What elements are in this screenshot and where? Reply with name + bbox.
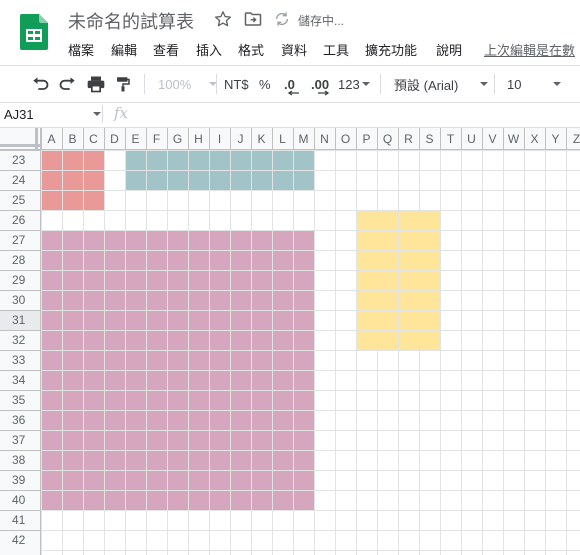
row-header-31[interactable]: 31 (12, 313, 26, 327)
name-box[interactable]: AJ31 (4, 107, 34, 122)
column-header-E[interactable]: E (131, 132, 139, 146)
row-header-42[interactable]: 42 (12, 533, 26, 547)
percent-format-button[interactable]: % (259, 66, 271, 102)
percent-label: % (259, 76, 271, 92)
sheets-logo-icon (20, 14, 48, 50)
column-header-O[interactable]: O (341, 132, 350, 146)
column-header-H[interactable]: H (194, 132, 203, 146)
menu-insert[interactable]: 插入 (196, 40, 222, 59)
menu-file[interactable]: 檔案 (68, 40, 94, 59)
column-header-R[interactable]: R (404, 132, 413, 146)
row-header-24[interactable]: 24 (12, 173, 26, 187)
menu-edit[interactable]: 編輯 (111, 40, 137, 59)
currency-format-button[interactable]: NT$ (224, 66, 249, 102)
toolbar: 100% NT$ % .0 .00 123 預設 (Arial) 10 (0, 65, 580, 103)
font-size-select[interactable]: 10 (507, 66, 562, 102)
column-header-G[interactable]: G (173, 132, 182, 146)
column-header-A[interactable]: A (47, 132, 55, 146)
undo-icon (33, 77, 49, 90)
row-header-32[interactable]: 32 (12, 333, 26, 347)
zoom-select[interactable]: 100% (158, 66, 218, 102)
column-header-N[interactable]: N (320, 132, 329, 146)
paint-format-icon (117, 77, 130, 92)
spreadsheet-grid[interactable]: A B C D E F G H I J K L M N O P Q R S T U V W X Y Z 23 24 25 26 27 28 29… (0, 128, 580, 555)
increase-decimal-button[interactable]: .00 (311, 66, 329, 102)
column-header-S[interactable]: S (425, 132, 433, 146)
redo-icon (59, 77, 75, 90)
zoom-value: 100% (158, 76, 192, 92)
more-formats-select[interactable]: 123 (338, 66, 370, 102)
row-header-35[interactable]: 35 (12, 393, 26, 407)
row-header-26[interactable]: 26 (12, 213, 26, 227)
google-sheets-logo[interactable] (20, 14, 48, 50)
row-header-37[interactable]: 37 (12, 433, 26, 447)
undo-button[interactable] (30, 66, 50, 102)
menu-view[interactable]: 查看 (153, 40, 179, 59)
column-header-D[interactable]: D (110, 132, 119, 146)
paint-format-button[interactable] (114, 66, 132, 102)
column-header-I[interactable]: I (218, 132, 221, 146)
column-header-U[interactable]: U (467, 132, 476, 146)
font-size-value: 10 (507, 76, 522, 92)
column-header-F[interactable]: F (153, 132, 160, 146)
row-header-39[interactable]: 39 (12, 473, 26, 487)
chevron-down-icon[interactable] (93, 112, 101, 116)
column-header-X[interactable]: X (530, 132, 538, 146)
column-header-T[interactable]: T (447, 132, 455, 146)
row-header-41[interactable]: 41 (12, 513, 26, 527)
row-header-33[interactable]: 33 (12, 353, 26, 367)
chevron-down-icon (361, 82, 370, 86)
more-formats-label: 123 (338, 76, 360, 92)
grid-canvas[interactable]: A B C D E F G H I J K L M N O P Q R S T U V W X Y Z 23 24 25 26 27 28 29… (0, 128, 580, 555)
menu-data[interactable]: 資料 (281, 40, 307, 59)
row-header-29[interactable]: 29 (12, 273, 26, 287)
column-header-V[interactable]: V (488, 132, 496, 146)
column-header-P[interactable]: P (362, 132, 370, 146)
column-header-M[interactable]: M (299, 132, 309, 146)
print-icon (87, 76, 105, 93)
fx-icon: fx (114, 104, 129, 122)
row-header-36[interactable]: 36 (12, 413, 26, 427)
menu-extensions[interactable]: 擴充功能 (365, 40, 417, 59)
menu-tools[interactable]: 工具 (323, 40, 349, 59)
column-header-Q[interactable]: Q (383, 132, 392, 146)
star-icon[interactable] (214, 10, 232, 28)
last-edit-link[interactable]: 上次編輯是在數 (484, 40, 575, 59)
row-header-28[interactable]: 28 (12, 253, 26, 267)
column-header-W[interactable]: W (508, 132, 520, 146)
row-header-25[interactable]: 25 (12, 193, 26, 207)
print-button[interactable] (86, 66, 106, 102)
column-header-C[interactable]: C (89, 132, 98, 146)
arrow-right-icon (318, 90, 329, 96)
font-value: 預設 (Arial) (394, 77, 459, 93)
row-header-38[interactable]: 38 (12, 453, 26, 467)
save-status: 儲存中... (298, 14, 345, 28)
row-header-30[interactable]: 30 (12, 293, 26, 307)
decrease-decimal-button[interactable]: .0 (284, 66, 299, 102)
column-header-J[interactable]: J (238, 132, 244, 146)
formula-input[interactable] (144, 105, 574, 123)
column-header-Y[interactable]: Y (551, 132, 559, 146)
folder-move-icon[interactable] (244, 11, 262, 27)
row-header-23[interactable]: 23 (12, 153, 26, 167)
filled-range[interactable] (41, 150, 104, 210)
menu-help[interactable]: 說明 (436, 40, 462, 59)
document-title[interactable]: 未命名的試算表 (68, 8, 194, 34)
sync-icon (274, 11, 290, 27)
column-header-Z[interactable]: Z (573, 132, 580, 146)
formula-bar: AJ31 fx (0, 101, 580, 128)
column-header-K[interactable]: K (257, 132, 265, 146)
currency-label: NT$ (224, 76, 249, 92)
arrow-left-icon (288, 90, 299, 96)
row-header-40[interactable]: 40 (12, 493, 26, 507)
column-header-B[interactable]: B (68, 132, 76, 146)
font-select[interactable]: 預設 (Arial) (394, 66, 489, 102)
menu-format[interactable]: 格式 (238, 40, 264, 59)
row-header-34[interactable]: 34 (12, 373, 26, 387)
row-header-27[interactable]: 27 (12, 233, 26, 247)
chevron-down-icon (480, 82, 489, 86)
column-header-L[interactable]: L (279, 132, 286, 146)
chevron-down-icon (553, 82, 562, 86)
redo-button[interactable] (58, 66, 78, 102)
